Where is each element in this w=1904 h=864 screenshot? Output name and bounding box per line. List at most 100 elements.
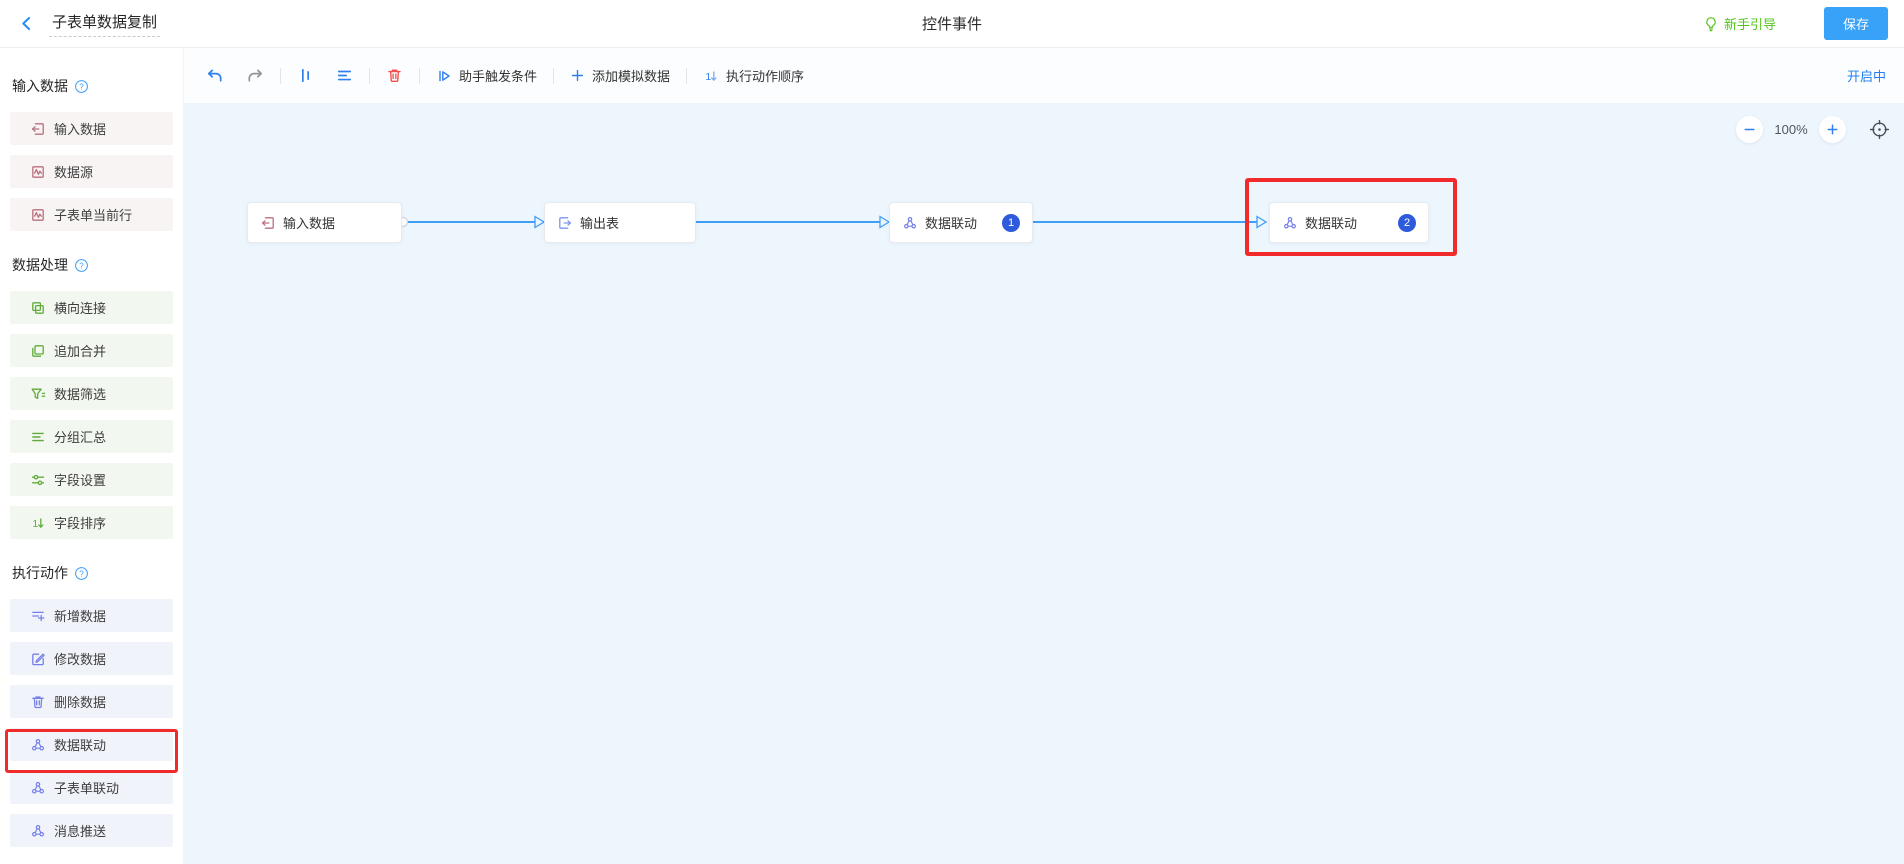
sidebar-item-edit-data[interactable]: 修改数据 xyxy=(10,642,173,675)
help-circle-icon[interactable]: ? xyxy=(74,79,89,94)
field-settings-icon xyxy=(30,472,46,488)
sidebar-item-add-data[interactable]: 新增数据 xyxy=(10,599,173,632)
undo-button[interactable] xyxy=(204,63,226,89)
toolbar-separator xyxy=(419,68,420,84)
sidebar-item-delete-data[interactable]: 删除数据 xyxy=(10,685,173,718)
plus-icon xyxy=(570,68,585,83)
lightbulb-icon xyxy=(1703,16,1719,32)
data-source-icon xyxy=(30,164,46,180)
connector-lines xyxy=(184,103,1896,343)
toolbar-separator xyxy=(280,68,281,84)
status-badge[interactable]: 开启中 xyxy=(1847,66,1886,85)
add-mock-data-label: 添加模拟数据 xyxy=(592,66,670,85)
delete-data-icon xyxy=(30,694,46,710)
append-merge-icon xyxy=(30,343,46,359)
redo-button[interactable] xyxy=(244,63,266,89)
main-area: 助手触发条件 添加模拟数据 1 xyxy=(184,48,1904,864)
toolbar-separator xyxy=(553,68,554,84)
help-circle-icon[interactable]: ? xyxy=(74,566,89,581)
input-data-icon xyxy=(260,215,276,231)
data-linkage-icon xyxy=(1282,215,1298,231)
locate-center-button[interactable] xyxy=(1869,119,1890,140)
flow-node-data-linkage-1[interactable]: 数据联动 1 xyxy=(889,202,1033,243)
trigger-condition-button[interactable]: 助手触发条件 xyxy=(434,62,539,89)
zoom-in-button[interactable] xyxy=(1819,116,1846,143)
flow-node-input-data[interactable]: 输入数据 xyxy=(247,202,402,243)
page-title: 控件事件 xyxy=(922,13,982,34)
save-button[interactable]: 保存 xyxy=(1824,7,1888,40)
sidebar-item-horizontal-join[interactable]: 横向连接 xyxy=(10,291,173,324)
align-vertical-icon xyxy=(297,67,314,84)
toolbar-separator xyxy=(369,68,370,84)
sidebar-item-label: 数据源 xyxy=(54,162,93,181)
plus-icon xyxy=(1826,123,1839,136)
sidebar-item-data-source[interactable]: 数据源 xyxy=(10,155,173,188)
align-horizontal-button[interactable] xyxy=(334,63,355,88)
sidebar-item-label: 字段设置 xyxy=(54,470,106,489)
flow-node-output-table[interactable]: 输出表 xyxy=(544,202,696,243)
svg-text:1: 1 xyxy=(705,70,711,82)
section-title-processing: 数据处理 ? xyxy=(12,255,183,275)
sidebar-section-input: 输入数据 ? 输入数据 xyxy=(10,76,183,231)
back-button[interactable] xyxy=(14,11,39,36)
delete-node-button[interactable] xyxy=(384,63,405,88)
node-order-badge: 2 xyxy=(1398,214,1416,232)
sidebar-item-label: 字段排序 xyxy=(54,513,106,532)
zoom-out-button[interactable] xyxy=(1736,116,1763,143)
sidebar-section-actions: 执行动作 ? 新增数据 xyxy=(10,563,183,847)
sidebar-item-label: 数据联动 xyxy=(54,735,106,754)
node-order-badge: 1 xyxy=(1002,214,1020,232)
sidebar-item-group-summary[interactable]: 分组汇总 xyxy=(10,420,173,453)
sidebar-item-label: 删除数据 xyxy=(54,692,106,711)
data-linkage-icon xyxy=(902,215,918,231)
flow-node-data-linkage-2[interactable]: 数据联动 2 xyxy=(1269,202,1429,243)
sidebar-item-data-filter[interactable]: 数据筛选 xyxy=(10,377,173,410)
sidebar-item-label: 消息推送 xyxy=(54,821,106,840)
sidebar-section-processing: 数据处理 ? 横向连接 xyxy=(10,255,183,539)
sidebar-item-subform-linkage[interactable]: 子表单联动 xyxy=(10,771,173,804)
add-mock-data-button[interactable]: 添加模拟数据 xyxy=(568,62,672,89)
sidebar-item-append-merge[interactable]: 追加合并 xyxy=(10,334,173,367)
sidebar-item-label: 新增数据 xyxy=(54,606,106,625)
horizontal-join-icon xyxy=(30,300,46,316)
beginner-guide-button[interactable]: 新手引导 xyxy=(1703,14,1776,33)
node-label: 数据联动 xyxy=(1305,213,1357,232)
section-title-label: 输入数据 xyxy=(12,76,68,96)
trigger-condition-label: 助手触发条件 xyxy=(459,66,537,85)
zoom-level: 100% xyxy=(1774,122,1808,137)
section-title-input: 输入数据 ? xyxy=(12,76,183,96)
sidebar: 输入数据 ? 输入数据 xyxy=(0,48,184,864)
sidebar-item-label: 分组汇总 xyxy=(54,427,106,446)
sidebar-item-message-push[interactable]: 消息推送 xyxy=(10,814,173,847)
zoom-controls: 100% xyxy=(1736,116,1890,143)
sidebar-item-input-data[interactable]: 输入数据 xyxy=(10,112,173,145)
sidebar-item-label: 输入数据 xyxy=(54,119,106,138)
undo-icon xyxy=(206,67,224,85)
align-vertical-button[interactable] xyxy=(295,63,316,88)
flow-title[interactable]: 子表单数据复制 xyxy=(49,10,160,37)
group-summary-icon xyxy=(30,429,46,445)
flow-canvas[interactable]: 100% xyxy=(184,103,1904,864)
action-order-button[interactable]: 1 执行动作顺序 xyxy=(701,62,806,89)
chevron-left-icon xyxy=(18,15,35,32)
trash-icon xyxy=(386,67,403,84)
data-linkage-icon xyxy=(30,737,46,753)
sidebar-item-subform-row[interactable]: 子表单当前行 xyxy=(10,198,173,231)
node-label: 输入数据 xyxy=(283,213,335,232)
section-title-label: 执行动作 xyxy=(12,563,68,583)
node-label: 输出表 xyxy=(580,213,619,232)
sidebar-item-field-sort[interactable]: 1 字段排序 xyxy=(10,506,173,539)
canvas-toolbar: 助手触发条件 添加模拟数据 1 xyxy=(184,48,1904,103)
sidebar-item-label: 子表单联动 xyxy=(54,778,119,797)
sidebar-item-label: 数据筛选 xyxy=(54,384,106,403)
help-circle-icon[interactable]: ? xyxy=(74,258,89,273)
sidebar-item-field-settings[interactable]: 字段设置 xyxy=(10,463,173,496)
toolbar-separator xyxy=(686,68,687,84)
input-data-icon xyxy=(30,121,46,137)
sidebar-item-data-linkage[interactable]: 数据联动 xyxy=(10,728,173,761)
sidebar-item-label: 修改数据 xyxy=(54,649,106,668)
node-label: 数据联动 xyxy=(925,213,977,232)
guide-label: 新手引导 xyxy=(1724,14,1776,33)
header: 子表单数据复制 控件事件 新手引导 保存 xyxy=(0,0,1904,48)
section-title-actions: 执行动作 ? xyxy=(12,563,183,583)
